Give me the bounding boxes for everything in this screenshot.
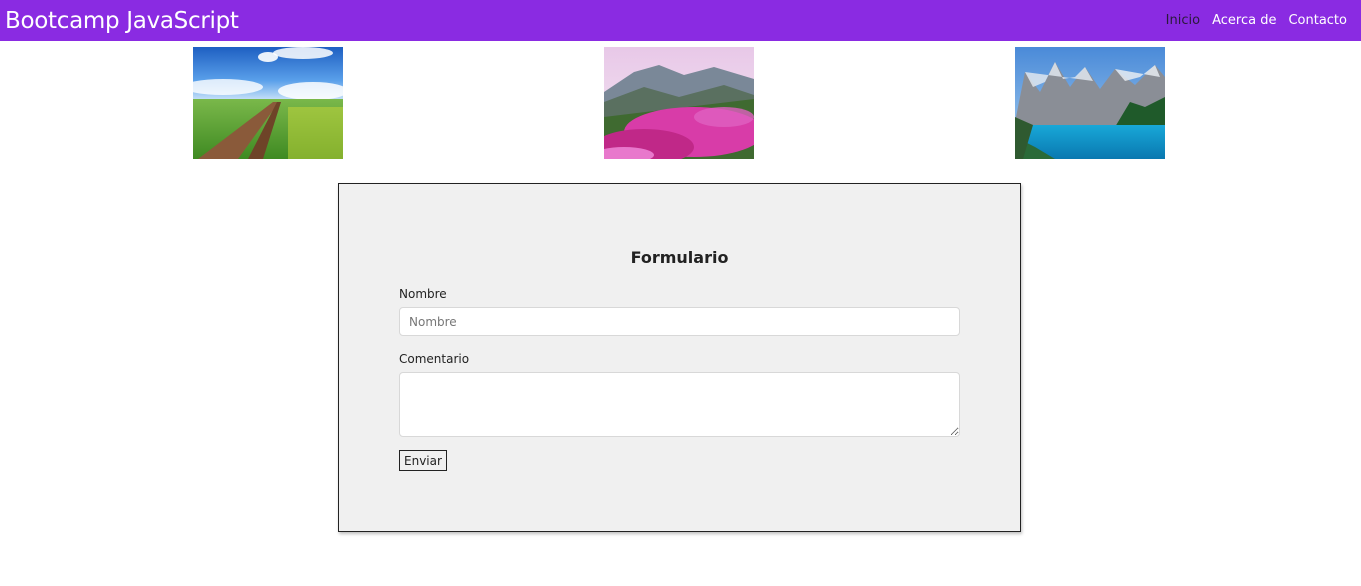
name-input[interactable] [399, 307, 960, 336]
form-title: Formulario [630, 248, 729, 267]
gallery-image-lake [1015, 47, 1165, 159]
comment-label: Comentario [399, 352, 470, 366]
gallery-image-flowers [604, 47, 754, 159]
contact-form-card: Formulario Nombre Comentario Enviar [338, 183, 1021, 532]
nav-link-inicio[interactable]: Inicio [1166, 13, 1200, 28]
top-navbar: Bootcamp JavaScript Inicio Acerca de Con… [0, 0, 1361, 41]
nav-links: Inicio Acerca de Contacto [1166, 13, 1347, 28]
submit-button[interactable]: Enviar [399, 450, 447, 471]
comment-textarea[interactable] [399, 372, 960, 437]
name-label: Nombre [399, 287, 447, 301]
nav-link-acerca-de[interactable]: Acerca de [1212, 13, 1276, 28]
gallery-image-field [193, 47, 343, 159]
nav-link-contacto[interactable]: Contacto [1288, 13, 1347, 28]
brand-link[interactable]: Bootcamp JavaScript [5, 8, 239, 34]
